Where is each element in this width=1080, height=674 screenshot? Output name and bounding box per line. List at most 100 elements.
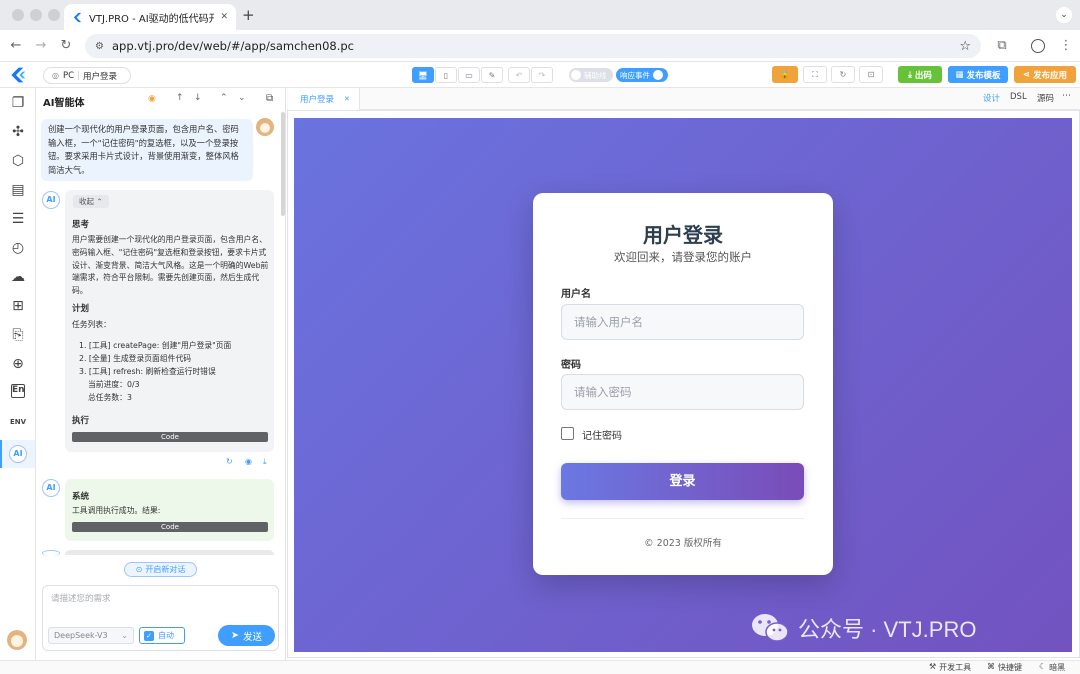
window-minimize-dot[interactable] [30, 9, 42, 21]
bookmark-star-icon[interactable]: ☆ [959, 39, 971, 54]
more-icon[interactable]: ⋯ [1062, 91, 1071, 101]
ai-rail-item[interactable]: AI [0, 440, 35, 468]
scrollbar-thumb[interactable] [281, 112, 285, 216]
think-heading: 思考 [72, 220, 90, 230]
close-icon[interactable]: ✕ [344, 95, 350, 103]
view-design-tab[interactable]: 设计 [983, 92, 1000, 104]
globe-icon[interactable]: ⊕ [9, 355, 27, 373]
edit-icon[interactable]: ✎ [481, 67, 503, 83]
tab-close-icon[interactable]: ✕ [220, 12, 228, 22]
shortcuts-label: 快捷键 [998, 663, 1022, 672]
ai-panel-title: AI智能体 [43, 98, 85, 109]
tab-login-page[interactable]: 用户登录 ✕ [288, 88, 360, 110]
lock-button[interactable]: 🔒 [772, 66, 798, 83]
wechat-logo-icon [752, 614, 789, 642]
tab-search-button[interactable]: ⌄ [1056, 7, 1072, 23]
app-toolbar: ◎ PC 用户登录 🖥 ▯ ▭ ✎ ↶ ↷ 辅助线 响应事件 🔒 ⛶ ↻ ⊡ ⤓… [0, 62, 1080, 88]
apps-icon[interactable]: ⊞ [9, 297, 27, 315]
eye-icon[interactable]: ◉ [148, 94, 156, 104]
window-zoom-dot[interactable] [48, 9, 60, 21]
deps-icon[interactable]: ⎘ [9, 326, 27, 344]
tablet-view-button[interactable]: ▯ [435, 67, 457, 83]
watermark-text: 公众号 · VTJ.PRO [798, 617, 977, 642]
toggle-knob [653, 70, 663, 80]
publish-template-button[interactable]: ▦ 发布模板 [948, 66, 1008, 83]
back-icon[interactable]: ← [8, 38, 24, 54]
remember-checkbox[interactable] [561, 427, 574, 440]
new-chat-label: 开启新对话 [145, 565, 186, 574]
arrow-up-icon[interactable]: ↑ [176, 93, 184, 103]
env-icon[interactable]: ENV [9, 413, 27, 431]
chevron-up-icon[interactable]: ⌃ [220, 93, 228, 103]
i18n-icon[interactable]: En [11, 384, 25, 398]
mobile-view-button[interactable]: ▭ [458, 67, 480, 83]
download-icon[interactable]: ⤓ [263, 457, 267, 467]
window-close-dot[interactable] [12, 9, 24, 21]
shortcuts-button[interactable]: ⌘ 快捷键 [987, 662, 1022, 673]
password-input[interactable]: 请输入密码 [561, 374, 804, 410]
view-icon[interactable]: ◉ [245, 457, 252, 466]
url-field[interactable]: ⚙ app.vtj.pro/dev/web/#/app/samchen08.pc… [85, 34, 981, 58]
components-icon[interactable]: ✣ [9, 123, 27, 141]
blocks-icon[interactable]: ⬡ [9, 152, 27, 170]
browser-menu-icon[interactable]: ⋮ [1058, 38, 1074, 54]
popout-icon[interactable]: ⧉ [266, 93, 273, 104]
publish-app-button[interactable]: ⋖ 发布应用 [1014, 66, 1076, 83]
plan-intro: 任务列表： [72, 320, 111, 329]
helper-lines-toggle[interactable]: 辅助线 [569, 68, 613, 82]
new-chat-button[interactable]: ⊙ 开启新对话 [124, 562, 197, 577]
publish-template-label: 发布模板 [966, 70, 1001, 81]
screenshot-icon[interactable]: ⛶ [803, 66, 827, 83]
collapse-button[interactable]: 收起 ⌃ [73, 195, 109, 208]
user-avatar[interactable] [7, 630, 27, 650]
extensions-icon[interactable]: ⧉ [994, 38, 1010, 54]
username-label: 用户名 [561, 289, 591, 300]
auto-checkbox[interactable]: ✓ 自动 [139, 627, 185, 644]
model-label: DeepSeek-V3 [54, 631, 108, 640]
next-avatar [42, 550, 60, 556]
reload-icon[interactable]: ↻ [58, 38, 74, 54]
redo-icon[interactable]: ↷ [531, 67, 553, 83]
tab-label: 用户登录 [300, 95, 335, 105]
next-message [65, 550, 274, 555]
refresh-icon[interactable]: ↻ [831, 66, 855, 83]
pages-icon[interactable]: ❐ [9, 94, 27, 112]
outline-icon[interactable]: ☰ [9, 210, 27, 228]
code-block[interactable]: Code [72, 522, 268, 532]
username-input[interactable]: 请输入用户名 [561, 304, 804, 340]
tab-title: VTJ.PRO - AI驱动的低代码开发 [89, 13, 215, 25]
code-block[interactable]: Code [72, 432, 268, 442]
undo-icon[interactable]: ↶ [508, 67, 530, 83]
view-dsl-tab[interactable]: DSL [1010, 92, 1027, 102]
site-settings-icon[interactable]: ⚙ [95, 41, 104, 52]
system-message: 系统 工具调用执行成功。结果: Code [65, 479, 274, 541]
model-select[interactable]: DeepSeek-V3 ⌄ [48, 627, 134, 644]
profile-icon[interactable] [1031, 39, 1045, 53]
preview-icon[interactable]: ⊡ [859, 66, 883, 83]
chevron-down-icon[interactable]: ⌄ [238, 93, 246, 103]
system-text: 工具调用执行成功。结果: [72, 506, 161, 515]
api-icon[interactable]: ☁ [9, 268, 27, 286]
desktop-view-button[interactable]: 🖥 [412, 67, 434, 83]
login-button[interactable]: 登录 [561, 463, 804, 500]
new-tab-button[interactable]: + [242, 6, 255, 24]
app-logo-icon[interactable] [10, 67, 26, 83]
browser-tab[interactable]: VTJ.PRO - AI驱动的低代码开发 ✕ [64, 4, 236, 30]
chat-input[interactable]: 请描述您的需求 [51, 592, 111, 604]
send-button[interactable]: ➤ 发送 [218, 625, 275, 646]
arrow-down-icon[interactable]: ↓ [194, 93, 202, 103]
export-code-button[interactable]: ⤓ 出码 [898, 66, 942, 83]
devtools-button[interactable]: ⚒ 开发工具 [929, 662, 971, 673]
checkbox-checked-icon: ✓ [144, 630, 154, 641]
theme-toggle[interactable]: ☾ 暗黑 [1039, 662, 1065, 673]
history-icon[interactable]: ◴ [9, 239, 27, 257]
forward-icon[interactable]: → [33, 38, 49, 54]
view-source-tab[interactable]: 源码 [1037, 92, 1054, 104]
layout-icon[interactable]: ▤ [9, 181, 27, 199]
plan-item: 3. [工具] refresh: 刷新检查运行时错误 [79, 367, 216, 376]
watermark: 公众号 · VTJ.PRO [750, 612, 976, 644]
regenerate-icon[interactable]: ↻ [226, 457, 233, 466]
event-response-toggle[interactable]: 响应事件 [616, 68, 668, 82]
page-breadcrumb[interactable]: ◎ PC 用户登录 [43, 67, 131, 84]
plan-total: 总任务数：3 [88, 393, 132, 402]
